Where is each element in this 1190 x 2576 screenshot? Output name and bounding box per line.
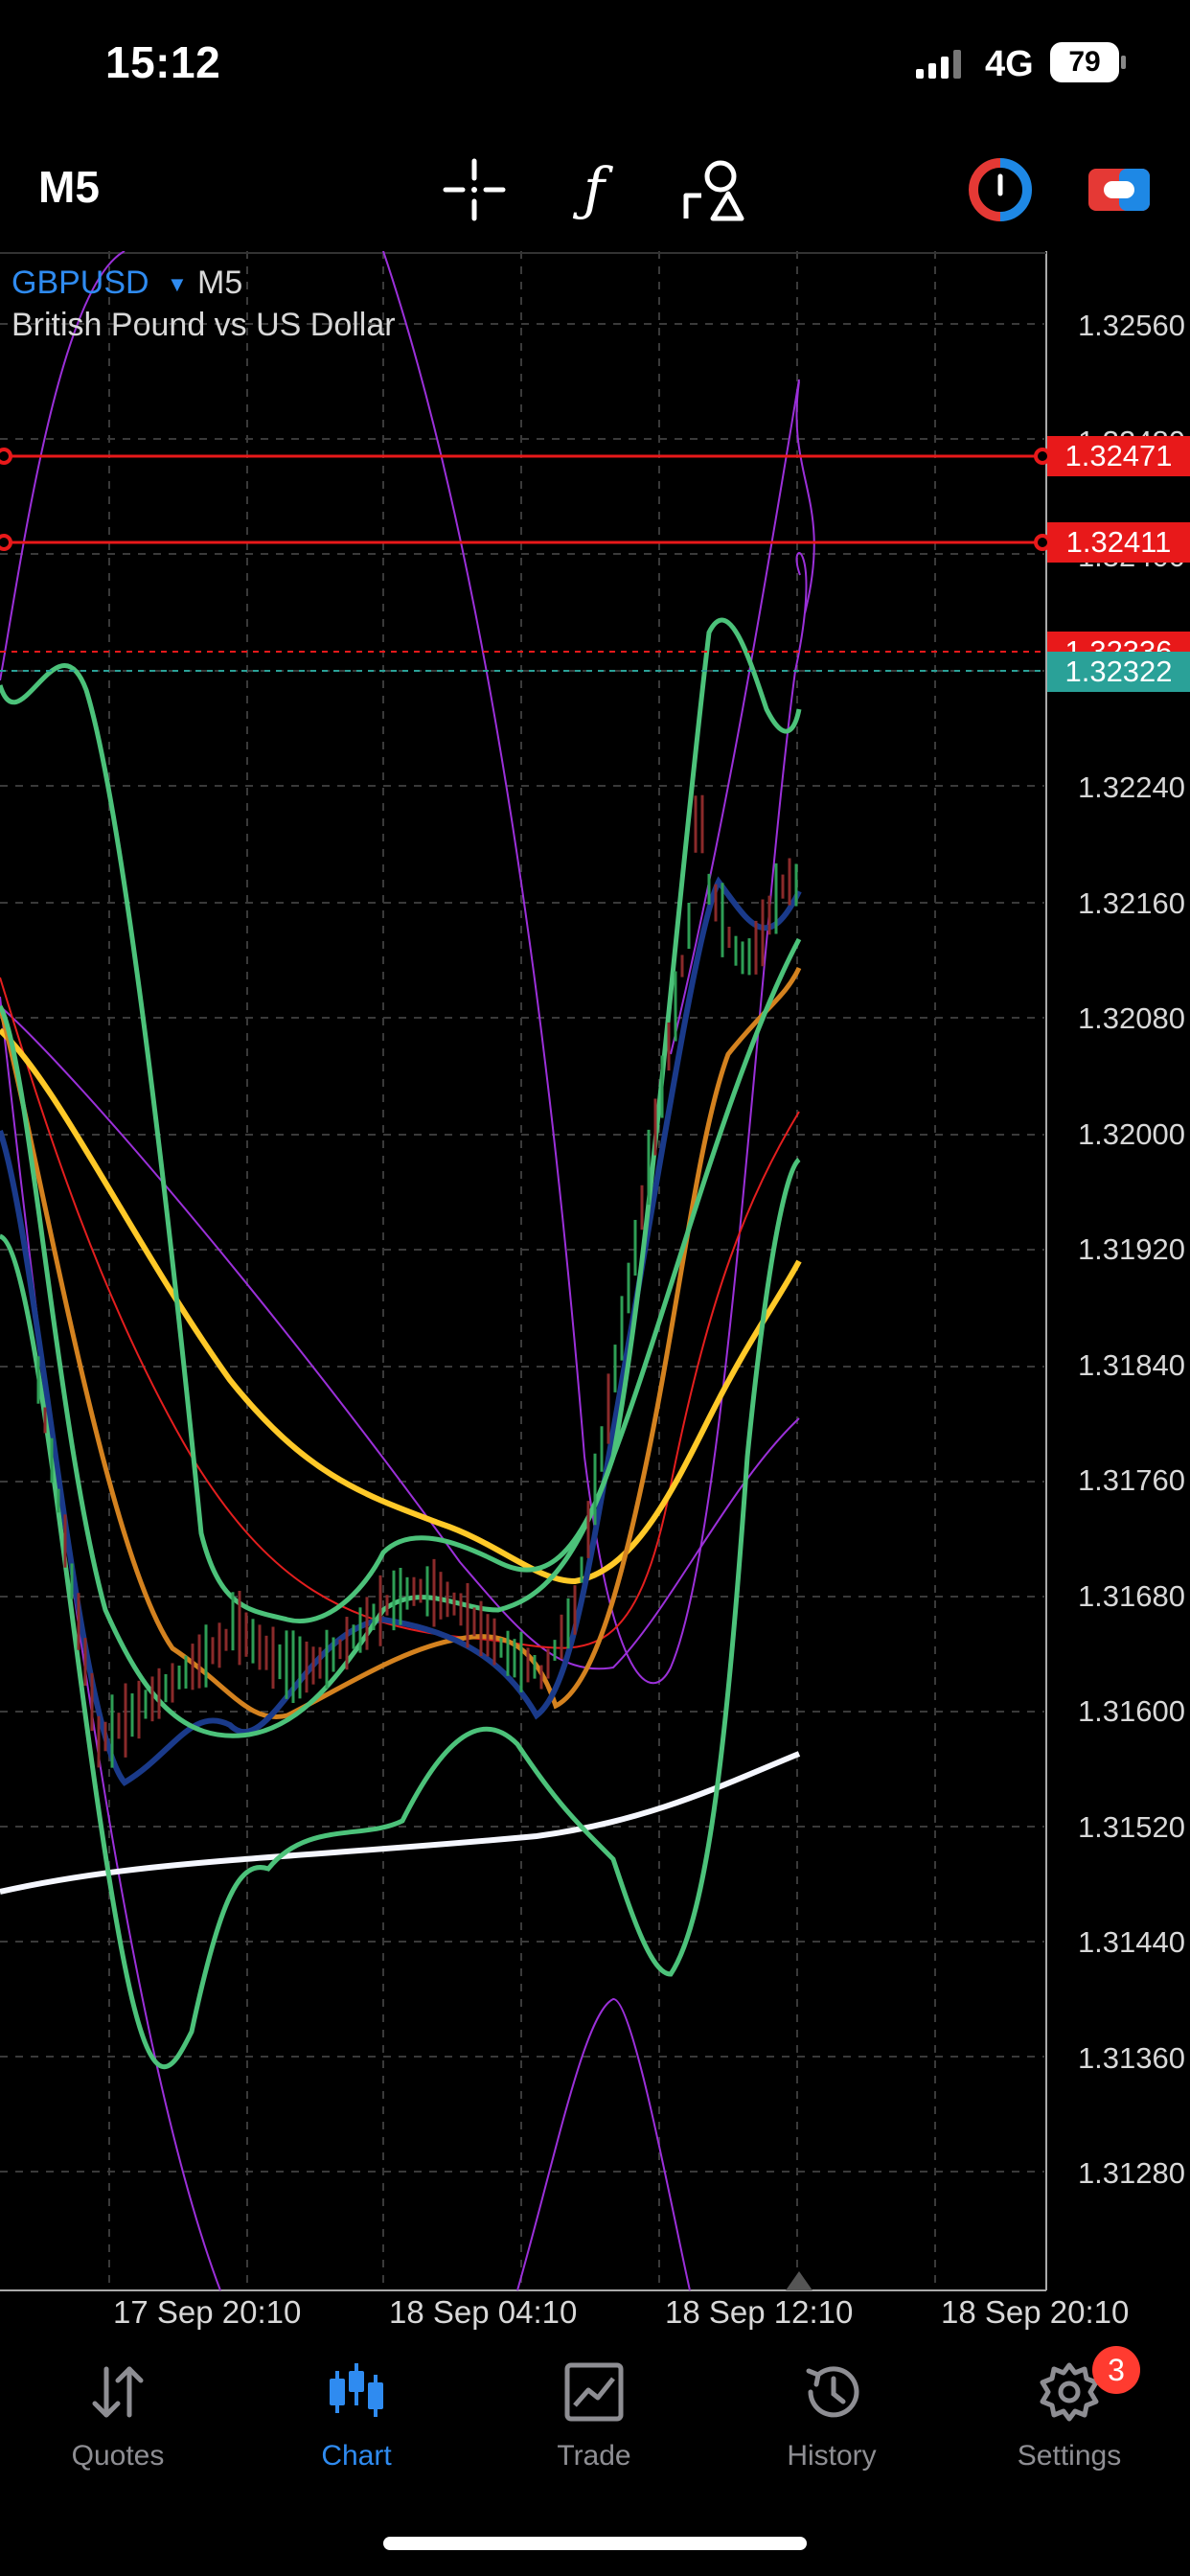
price-axis-label: 1.31440 <box>1077 1925 1185 1959</box>
price-axis-label: 1.31360 <box>1077 2040 1185 2075</box>
quotes-icon <box>92 2366 144 2418</box>
price-axis-label: 1.32160 <box>1077 886 1185 920</box>
level-handle <box>0 448 1051 551</box>
home-indicator[interactable] <box>383 2537 807 2550</box>
crosshair-icon[interactable] <box>440 155 509 224</box>
nav-label: Quotes <box>71 2440 165 2472</box>
trade-levels-icon[interactable] <box>966 155 1035 224</box>
nav-label: Settings <box>1017 2440 1122 2472</box>
nav-label: Chart <box>321 2440 392 2472</box>
time-axis-label: 18 Sep 12:10 <box>665 2294 854 2330</box>
symbol-timeframe: M5 <box>197 264 243 301</box>
nav-label: History <box>787 2440 877 2472</box>
one-click-trading-icon[interactable] <box>1085 155 1154 224</box>
price-axis-label: 1.31680 <box>1077 1578 1185 1613</box>
objects-icon[interactable] <box>678 155 747 224</box>
price-axis-label: 1.31760 <box>1077 1463 1185 1497</box>
price-level-tag: 1.32411 <box>1047 522 1190 563</box>
battery-icon: 79 <box>1050 42 1127 82</box>
price-axis-label: 1.31280 <box>1077 2156 1185 2190</box>
history-icon <box>806 2366 859 2418</box>
price-axis-label: 1.32560 <box>1077 309 1185 342</box>
symbol-dropdown-icon[interactable]: ▼ <box>167 272 188 297</box>
network-type: 4G <box>985 44 1034 84</box>
nav-trade[interactable]: Trade <box>508 2358 680 2472</box>
price-axis-label: 1.31920 <box>1077 1232 1185 1266</box>
svg-text:ƒ: ƒ <box>573 156 614 223</box>
status-time: 15:12 <box>105 37 221 87</box>
trade-icon <box>564 2362 624 2422</box>
price-axis-label: 1.32240 <box>1077 770 1185 804</box>
price-axis-label: 1.32000 <box>1077 1116 1185 1151</box>
price-axis-label: 1.31600 <box>1077 1694 1185 1728</box>
settings-badge: 3 <box>1092 2346 1140 2394</box>
nav-history[interactable]: History <box>745 2358 918 2472</box>
nav-label: Trade <box>557 2440 631 2472</box>
signal-icon <box>916 50 961 79</box>
price-axis-label: 1.32080 <box>1077 1001 1185 1035</box>
symbol-name[interactable]: GBPUSD <box>11 264 149 302</box>
time-axis-label: 17 Sep 20:10 <box>113 2294 302 2330</box>
price-axis-label: 1.31840 <box>1077 1347 1185 1382</box>
symbol-description: British Pound vs US Dollar <box>11 307 396 343</box>
timeframe-button[interactable]: M5 <box>38 161 100 213</box>
price-level-tag: 1.32471 <box>1047 436 1190 476</box>
price-level-tag: 1.32322 <box>1047 652 1190 692</box>
indicators-icon[interactable]: ƒ <box>560 155 629 224</box>
chart-icon <box>330 2363 383 2417</box>
nav-chart[interactable]: Chart <box>270 2358 443 2472</box>
time-axis-label: 18 Sep 20:10 <box>941 2294 1130 2330</box>
battery-level: 79 <box>1068 46 1101 78</box>
price-axis-label: 1.31520 <box>1077 1809 1185 1844</box>
nav-quotes[interactable]: Quotes <box>32 2358 204 2472</box>
price-chart[interactable] <box>0 251 1190 2292</box>
time-axis-label: 18 Sep 04:10 <box>389 2294 578 2330</box>
